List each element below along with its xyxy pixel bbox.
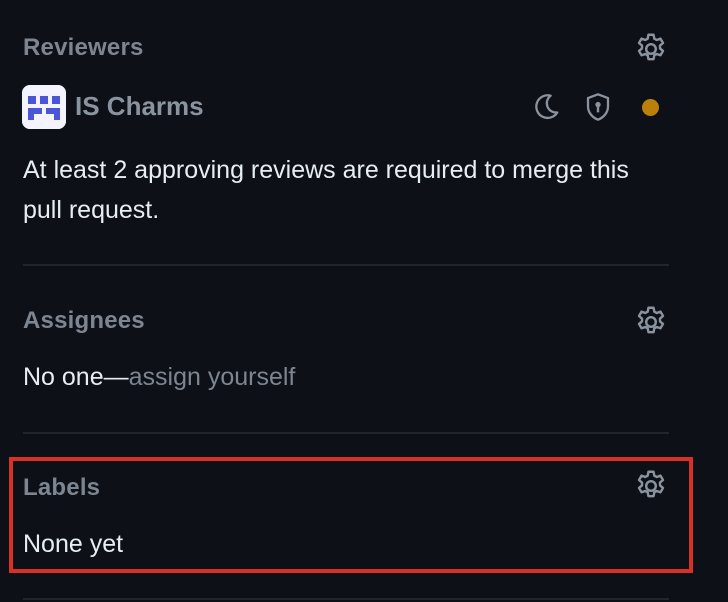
reviewer-avatar[interactable] [22, 85, 66, 129]
shield-lock-icon [582, 91, 614, 123]
labels-title[interactable]: Labels [23, 474, 100, 502]
pr-sidebar: Reviewers IS Charms At least 2 approving… [0, 0, 728, 602]
assign-yourself-link[interactable]: assign yourself [129, 363, 296, 391]
reviewer-row: IS Charms [22, 84, 672, 130]
divider [23, 598, 669, 600]
pending-dot-icon [642, 99, 659, 116]
reviewers-gear-icon[interactable] [633, 31, 669, 67]
assignees-value: No one—assign yourself [23, 357, 295, 397]
assignees-none-text: No one— [23, 363, 129, 391]
labels-value: None yet [23, 530, 124, 558]
reviewer-name[interactable]: IS Charms [75, 91, 204, 122]
assignees-gear-icon[interactable] [633, 304, 669, 340]
reviewers-title[interactable]: Reviewers [23, 34, 144, 62]
moon-icon [530, 91, 562, 123]
assignees-title[interactable]: Assignees [23, 307, 145, 335]
divider [23, 264, 669, 266]
divider [23, 432, 669, 434]
labels-gear-icon[interactable] [633, 468, 669, 504]
review-requirement-text: At least 2 approving reviews are require… [23, 156, 629, 224]
